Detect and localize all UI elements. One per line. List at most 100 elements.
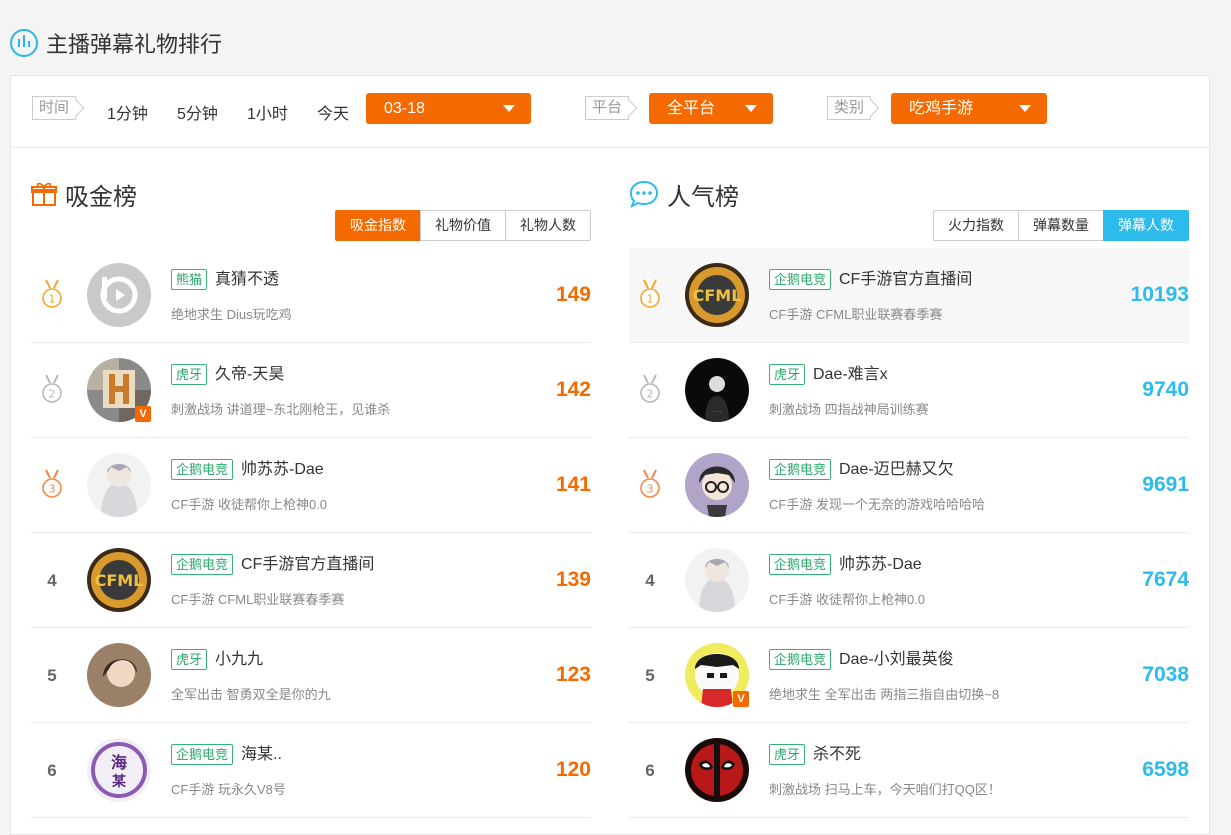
time-option-5min[interactable]: 5分钟 <box>177 100 218 124</box>
page-title: 主播弹幕礼物排行 <box>46 32 223 57</box>
streamer-name[interactable]: 帅苏苏-Dae <box>839 554 922 575</box>
tab-fire-index[interactable]: 火力指数 <box>933 210 1019 241</box>
tab-gift-count[interactable]: 礼物人数 <box>505 210 591 241</box>
tab-danmaku-users[interactable]: 弹幕人数 <box>1103 210 1189 241</box>
rank-medal-icon: 1 <box>41 278 63 310</box>
svg-text:· · ·: · · · <box>712 409 722 416</box>
score-value: 9691 <box>1142 473 1189 496</box>
streamer-name[interactable]: 杀不死 <box>813 744 861 765</box>
tab-gift-value[interactable]: 礼物价值 <box>420 210 506 241</box>
platform-badge: 企鹅电竞 <box>769 459 832 480</box>
stream-description: 刺激战场 讲道理~东北刚枪王，见谁杀 <box>171 402 391 417</box>
svg-text:2: 2 <box>49 388 56 401</box>
chat-bubble-icon <box>629 180 659 208</box>
stream-description: 绝地求生 Dius玩吃鸡 <box>171 307 292 322</box>
platform-badge: 企鹅电竞 <box>769 649 832 670</box>
ranking-row[interactable]: 1 熊猫 真猜不透 绝地求生 Dius玩吃鸡 149 <box>31 248 591 343</box>
streamer-name[interactable]: 久帝-天昊 <box>215 364 284 385</box>
stream-description: CF手游 收徒帮你上枪神0.0 <box>171 497 328 512</box>
rank-medal-icon: 2 <box>41 373 63 405</box>
score-value: 120 <box>555 758 591 781</box>
streamer-name[interactable]: 小九九 <box>215 649 263 670</box>
page-header: 主播弹幕礼物排行 <box>10 26 222 60</box>
rank-number: 4 <box>645 571 655 590</box>
ranking-panel: 时间 1分钟 5分钟 1小时 今天 03-18 平台 全平台 类别 吃鸡手游 吸… <box>10 75 1210 835</box>
rank-number: 6 <box>47 761 57 780</box>
avatar[interactable]: · · · <box>685 358 749 422</box>
ranking-row[interactable]: 5 虎牙 小九九 全军出击 智勇双全是你的九 123 <box>31 628 591 723</box>
ranking-row[interactable]: 5 V 企鹅电竞 Dae-小刘最英俊绝地求生 全军出击 两指三指自由切换~8 7038 <box>629 628 1189 723</box>
score-value: 7674 <box>1142 568 1189 591</box>
avatar[interactable] <box>685 738 749 802</box>
svg-text:某: 某 <box>112 773 127 790</box>
ranking-row[interactable]: 3 企鹅电竞 帅苏苏-Dae CF手游 收徒帮你上枪神0.0 141 <box>31 438 591 533</box>
ranking-row[interactable]: 1 CFML 企鹅电竞 CF手游官方直播间 CF手游 CFML职业联赛春季赛 10193 <box>629 248 1189 343</box>
ranking-row[interactable]: 4 企鹅电竞 帅苏苏-Dae CF手游 收徒帮你上枪神0.0 7674 <box>629 533 1189 628</box>
score-value: 123 <box>555 663 591 686</box>
streamer-name[interactable]: Dae-迈巴赫又欠 <box>839 459 954 480</box>
verified-badge: V <box>135 406 151 422</box>
stream-description: 刺激战场 四指战神局训练赛 <box>769 402 929 417</box>
stream-description: 刺激战场 扫马上车，今天咱们打QQ区！ <box>769 782 1001 797</box>
category-dropdown[interactable]: 吃鸡手游 <box>891 93 1047 124</box>
platform-label: 平台 <box>585 96 630 120</box>
rank-number: 4 <box>47 571 57 590</box>
rank-medal-icon: 1 <box>639 278 661 310</box>
time-option-1hour[interactable]: 1小时 <box>247 100 288 124</box>
avatar[interactable] <box>87 643 151 707</box>
chevron-down-icon <box>503 105 515 112</box>
score-value: 7038 <box>1142 663 1189 686</box>
score-value: 6598 <box>1142 758 1189 781</box>
avatar[interactable] <box>87 263 151 327</box>
verified-badge: V <box>733 691 749 707</box>
avatar[interactable]: CFML <box>685 263 749 327</box>
avatar[interactable]: CFML <box>87 548 151 612</box>
svg-text:2: 2 <box>647 388 654 401</box>
avatar[interactable]: 海某 <box>87 738 151 802</box>
date-dropdown[interactable]: 03-18 <box>366 93 531 124</box>
stream-description: CF手游 CFML职业联赛春季赛 <box>769 307 943 322</box>
category-label: 类别 <box>827 96 872 120</box>
stream-description: CF手游 玩永久V8号 <box>171 782 286 797</box>
ranking-row[interactable]: 2 V 虎牙 久帝-天昊 刺激战场 讲道理~东北刚枪王，见谁杀 142 <box>31 343 591 438</box>
tab-danmaku-count[interactable]: 弹幕数量 <box>1018 210 1104 241</box>
score-value: 142 <box>555 378 591 401</box>
ranking-row[interactable]: 6 虎牙 杀不死 刺激战场 扫马上车，今天咱们打QQ区！ 6598 <box>629 723 1189 818</box>
streamer-name[interactable]: CF手游官方直播间 <box>241 554 374 575</box>
stream-description: CF手游 发现一个无奈的游戏哈哈哈哈 <box>769 497 985 512</box>
stream-description: CF手游 CFML职业联赛春季赛 <box>171 592 345 607</box>
svg-text:1: 1 <box>647 293 654 306</box>
svg-text:1: 1 <box>49 293 56 306</box>
gift-icon <box>31 182 57 206</box>
streamer-name[interactable]: 海某.. <box>241 744 282 765</box>
ranking-row[interactable]: 6 海某企鹅电竞 海某.. CF手游 玩永久V8号 120 <box>31 723 591 818</box>
ranking-row[interactable]: 2 · · · 虎牙 Dae-难言x 刺激战场 四指战神局训练赛 9740 <box>629 343 1189 438</box>
platform-badge: 企鹅电竞 <box>769 554 832 575</box>
svg-text:3: 3 <box>647 483 654 496</box>
category-value: 吃鸡手游 <box>909 100 974 117</box>
streamer-name[interactable]: CF手游官方直播间 <box>839 269 972 290</box>
time-option-today[interactable]: 今天 <box>317 100 349 124</box>
platform-dropdown[interactable]: 全平台 <box>649 93 773 124</box>
avatar[interactable] <box>87 453 151 517</box>
popularity-board-list: 1 CFML 企鹅电竞 CF手游官方直播间 CF手游 CFML职业联赛春季赛 10193 2… <box>629 248 1189 818</box>
ranking-row[interactable]: 3 企鹅电竞 Dae-迈巴赫又欠 CF手游 发现一个无奈的游戏哈哈哈哈 9691 <box>629 438 1189 533</box>
rank-number: 5 <box>645 666 655 685</box>
rank-medal-icon: 3 <box>41 468 63 500</box>
streamer-name[interactable]: 帅苏苏-Dae <box>241 459 324 480</box>
board-title: 人气榜 <box>667 183 739 211</box>
avatar[interactable] <box>685 453 749 517</box>
streamer-name[interactable]: Dae-小刘最英俊 <box>839 649 954 670</box>
avatar[interactable] <box>685 548 749 612</box>
rank-medal-icon: 2 <box>639 373 661 405</box>
board-title: 吸金榜 <box>65 183 137 211</box>
svg-text:3: 3 <box>49 483 56 496</box>
ranking-row[interactable]: 4 CFML 企鹅电竞 CF手游官方直播间 CF手游 CFML职业联赛春季赛 139 <box>31 533 591 628</box>
streamer-name[interactable]: Dae-难言x <box>813 364 888 385</box>
stream-description: 绝地求生 全军出击 两指三指自由切换~8 <box>769 687 1000 702</box>
rank-number: 5 <box>47 666 57 685</box>
score-value: 149 <box>555 283 591 306</box>
tab-gold-index[interactable]: 吸金指数 <box>335 210 421 241</box>
streamer-name[interactable]: 真猜不透 <box>215 269 279 290</box>
time-option-1min[interactable]: 1分钟 <box>107 100 148 124</box>
